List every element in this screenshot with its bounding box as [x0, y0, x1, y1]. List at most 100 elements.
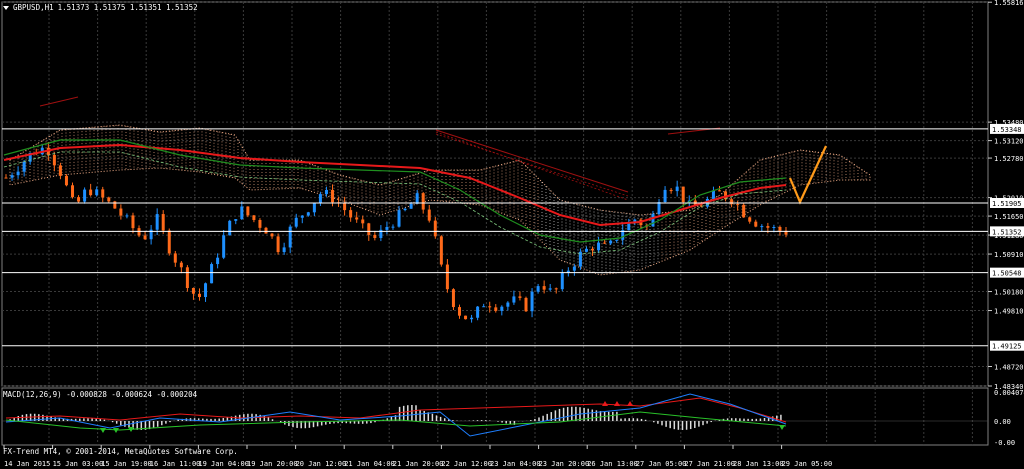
candle-body	[615, 239, 619, 241]
candle-body	[167, 230, 171, 254]
candle-body	[500, 306, 504, 311]
macd-label: MACD(12,26,9) -0.000828 -0.000624 -0.000…	[3, 390, 198, 399]
candle-body	[433, 220, 437, 237]
price-level-label: 1.50548	[992, 270, 1022, 278]
time-tick-label: 21 Jan 20:00	[393, 460, 444, 468]
candle-body	[391, 226, 395, 228]
candle-body	[113, 201, 117, 209]
chart-window[interactable]: 1.558161.534801.531201.527801.520101.516…	[0, 0, 1024, 469]
candle-body	[530, 291, 534, 312]
candle-body	[161, 214, 165, 231]
time-tick-label: 19 Jan 04:00	[198, 460, 249, 468]
time-tick-label: 27 Jan 05:00	[636, 460, 687, 468]
candle-body	[210, 264, 214, 284]
candle-body	[246, 206, 250, 216]
candle-body	[240, 206, 244, 220]
candle-body	[306, 212, 310, 216]
main-pane-border	[1, 1, 989, 387]
candle-body	[355, 217, 359, 220]
time-tick-label: 23 Jan 20:00	[539, 460, 590, 468]
candle-body	[204, 283, 208, 298]
time-tick-label: 21 Jan 04:00	[344, 460, 395, 468]
candle-body	[58, 165, 62, 176]
time-tick-label: 23 Jan 04:00	[490, 460, 541, 468]
candle-body	[597, 242, 601, 251]
candle-body	[95, 189, 99, 196]
time-tick-label: 28 Jan 13:00	[733, 460, 784, 468]
candle-body	[536, 286, 540, 292]
trend-line	[39, 96, 79, 107]
candle-body	[191, 288, 195, 294]
price-tick-label: 1.55816	[994, 0, 1024, 7]
candle-body	[252, 215, 256, 220]
candle-body	[300, 215, 304, 218]
price-level-label: 1.51352	[992, 228, 1022, 236]
candle-body	[476, 306, 480, 318]
candle-body	[742, 204, 746, 218]
candle-body	[651, 213, 655, 227]
candle-body	[234, 219, 238, 221]
dropdown-triangle-icon[interactable]	[3, 5, 9, 10]
candle-body	[548, 288, 552, 290]
candle-body	[464, 315, 468, 320]
candle-body	[185, 267, 189, 289]
candle-body	[294, 217, 298, 227]
time-tick-label: 27 Jan 21:00	[684, 460, 735, 468]
candle-body	[603, 242, 607, 244]
candle-body	[717, 190, 721, 192]
candle-body	[288, 226, 292, 248]
candle-body	[119, 208, 123, 216]
candle-body	[609, 240, 613, 244]
candle-body	[560, 273, 564, 290]
macd-sell-arrow-icon	[614, 401, 620, 406]
candle-body	[77, 197, 81, 202]
candle-body	[324, 189, 328, 195]
candle-body	[361, 219, 365, 224]
candle-body	[409, 203, 413, 209]
candle-body	[282, 247, 286, 253]
candle-body	[197, 293, 201, 298]
candle-body	[367, 223, 371, 235]
time-tick-label: 15 Jan 03:00	[53, 460, 104, 468]
candle-body	[415, 193, 419, 204]
macd-buy-arrow-icon	[100, 428, 106, 433]
candle-body	[131, 215, 135, 229]
candle-body	[736, 204, 740, 206]
macd-buy-arrow-icon	[113, 428, 119, 433]
candle-body	[318, 194, 322, 203]
candle-body	[10, 175, 14, 178]
price-tick-label: 1.53120	[994, 138, 1024, 146]
candle-body	[778, 227, 782, 231]
candle-body	[554, 288, 558, 290]
candle-body	[494, 307, 498, 311]
forecast-zigzag	[788, 145, 827, 205]
candle-body	[772, 227, 776, 229]
candle-body	[222, 235, 226, 258]
symbol-timeframe: GBPUSD,H1	[13, 3, 54, 12]
price-tick-label: 1.51650	[994, 213, 1024, 221]
time-tick-label: 29 Jan 05:00	[782, 460, 833, 468]
candle-body	[22, 161, 26, 172]
candle-body	[331, 189, 335, 203]
candle-body	[584, 248, 588, 252]
time-tick-label: 14 Jan 2015	[4, 460, 50, 468]
candle-body	[681, 186, 685, 203]
candle-body	[482, 306, 486, 308]
candle-body	[52, 154, 56, 166]
candle-body	[657, 202, 661, 214]
candle-body	[397, 210, 401, 227]
macd-sell-arrow-icon	[602, 401, 608, 406]
candle-body	[155, 214, 159, 230]
candle-body	[518, 296, 522, 298]
candle-body	[216, 257, 220, 265]
candle-body	[754, 221, 758, 227]
candle-body	[264, 227, 268, 234]
candle-body	[101, 189, 105, 198]
candle-body	[506, 302, 510, 307]
candle-body	[270, 233, 274, 237]
time-tick-label: 15 Jan 19:00	[101, 460, 152, 468]
candle-body	[16, 171, 20, 176]
candle-body	[83, 189, 87, 202]
ohlc-values: 1.51373 1.51375 1.51351 1.51352	[57, 3, 198, 12]
copyright-text: FX-Trend MT4, © 2001-2014, MetaQuotes So…	[3, 447, 238, 456]
